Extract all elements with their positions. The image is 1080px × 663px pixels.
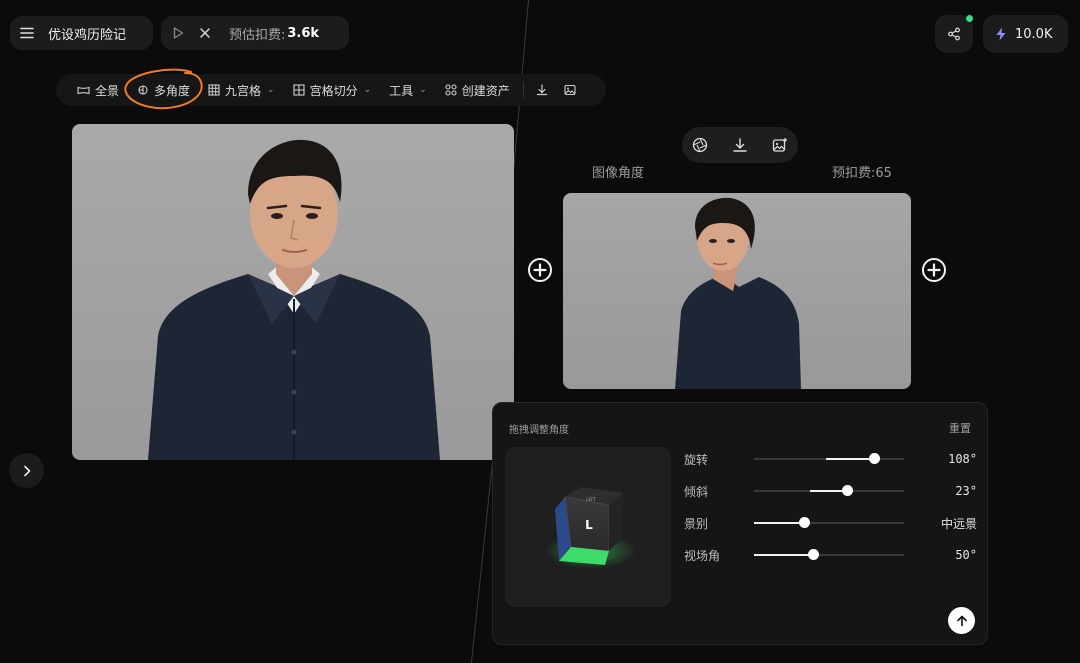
slider-knob[interactable] — [842, 485, 853, 496]
menu-icon[interactable] — [20, 27, 34, 39]
credits-badge[interactable]: 10.0K — [983, 15, 1068, 53]
play-icon[interactable] — [171, 26, 185, 40]
toolbar-divider — [522, 82, 524, 98]
create-asset-icon — [445, 84, 457, 96]
toolbar-tools[interactable]: 工具 ⌄ — [380, 74, 436, 106]
toolbar-panorama-label: 全景 — [95, 83, 120, 98]
chevron-down-icon: ⌄ — [267, 85, 275, 95]
project-title[interactable]: 优设鸡历险记 — [48, 24, 126, 43]
toolbar-download[interactable] — [528, 74, 556, 106]
result-cost: 预扣费:65 — [832, 166, 892, 181]
result-title: 图像角度 — [592, 166, 645, 181]
panel-title: 拖拽调整角度 — [509, 425, 569, 436]
slider-label: 视场角 — [684, 548, 721, 563]
chevron-down-icon: ⌄ — [419, 85, 427, 95]
toolbar-multi-angle-label: 多角度 — [154, 83, 191, 98]
add-image-icon[interactable] — [772, 137, 788, 153]
estimated-cost-value: 3.6k — [287, 25, 320, 41]
submit-button[interactable] — [948, 607, 975, 634]
credits-value: 10.0K — [1015, 26, 1053, 42]
fov-slider[interactable]: 视场角 50° — [684, 545, 977, 565]
slider-value: 108° — [948, 452, 977, 466]
cube-face-label: L — [585, 518, 593, 532]
slider-value: 23° — [955, 484, 977, 498]
slider-value: 50° — [955, 548, 977, 562]
slider-label: 旋转 — [684, 452, 709, 467]
expand-sidebar-button[interactable] — [9, 453, 44, 488]
slider-knob[interactable] — [799, 517, 810, 528]
slider-track[interactable] — [754, 517, 904, 528]
toolbar-nine-grid[interactable]: 九宫格 ⌄ — [199, 74, 284, 106]
toolbar-grid-split[interactable]: 宫格切分 ⌄ — [284, 74, 381, 106]
result-image-tools — [682, 127, 798, 163]
panorama-icon — [77, 85, 90, 96]
download-icon — [536, 84, 548, 96]
slider-value: 中远景 — [940, 516, 977, 531]
source-image[interactable] — [72, 124, 514, 460]
slider-fill — [754, 554, 813, 556]
slider-track[interactable] — [754, 549, 904, 560]
tilt-slider[interactable]: 倾斜 23° — [684, 481, 977, 501]
slider-track[interactable] — [754, 453, 904, 464]
split-grid-icon — [293, 84, 305, 96]
download-icon[interactable] — [732, 137, 748, 153]
chevron-right-icon — [22, 465, 32, 477]
result-image[interactable] — [563, 193, 911, 389]
toolbar-create-asset[interactable]: 创建资产 — [436, 74, 519, 106]
slider-label: 倾斜 — [684, 484, 709, 499]
portrait-man-angled — [675, 197, 801, 389]
lightning-icon — [995, 27, 1007, 41]
image-toolbar: 全景 多角度 九宫格 ⌄ 宫格切分 ⌄ 工具 ⌄ 创建资产 — [56, 74, 606, 106]
grid-icon — [208, 84, 220, 96]
rotation-slider[interactable]: 旋转 108° — [684, 449, 977, 469]
reset-button[interactable]: 重置 — [949, 420, 971, 436]
project-title-bar: 优设鸡历险记 — [10, 16, 153, 50]
angle-cube-viewport[interactable]: L LEFT — [505, 447, 671, 607]
shot-size-slider[interactable]: 景别 中远景 — [684, 513, 977, 533]
image-icon — [564, 84, 576, 96]
slider-fill — [826, 458, 874, 460]
slider-fill — [754, 522, 804, 524]
portrait-man-front — [148, 139, 440, 460]
angle-adjust-panel: 拖拽调整角度 重置 L LEFT 旋转 108° 倾斜 23° 景别 中远景 视… — [492, 402, 988, 645]
toolbar-create-asset-label: 创建资产 — [461, 83, 510, 98]
chevron-down-icon: ⌄ — [363, 85, 372, 95]
arrow-up-icon — [956, 615, 968, 627]
run-controls: 预估扣费: 3.6k — [161, 16, 349, 50]
toolbar-image[interactable] — [556, 74, 584, 106]
angle-cube: L LEFT — [545, 487, 637, 569]
add-node-button[interactable] — [527, 257, 553, 283]
multi-angle-icon — [137, 84, 149, 96]
toolbar-nine-grid-label: 九宫格 — [225, 83, 262, 98]
add-node-button[interactable] — [921, 257, 947, 283]
cube-top-label: LEFT — [586, 497, 596, 502]
share-icon — [947, 27, 961, 41]
aperture-icon[interactable] — [692, 137, 708, 153]
toolbar-grid-split-label: 宫格切分 — [309, 83, 358, 98]
slider-knob[interactable] — [808, 549, 819, 560]
slider-knob[interactable] — [869, 453, 880, 464]
slider-track[interactable] — [754, 485, 904, 496]
toolbar-tools-label: 工具 — [389, 83, 414, 98]
online-status-dot — [966, 15, 973, 22]
close-icon[interactable] — [199, 27, 211, 39]
slider-label: 景别 — [684, 516, 709, 531]
estimated-cost-label: 预估扣费: — [229, 27, 286, 43]
toolbar-multi-angle[interactable]: 多角度 — [128, 74, 199, 106]
toolbar-panorama[interactable]: 全景 — [68, 74, 128, 106]
